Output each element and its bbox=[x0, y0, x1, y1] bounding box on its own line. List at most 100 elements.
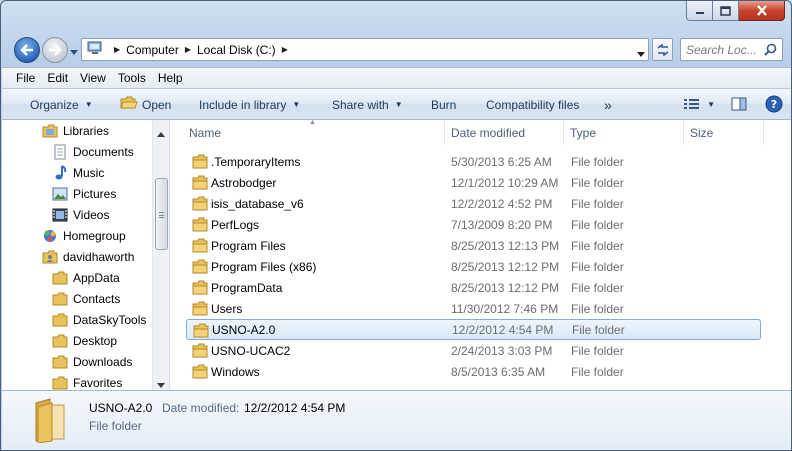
view-controls: ▼ ? bbox=[683, 95, 783, 113]
close-button[interactable] bbox=[739, 1, 785, 21]
file-row[interactable]: USNO-UCAC2 2/24/2013 3:03 PM File folder bbox=[186, 340, 761, 361]
folder-icon bbox=[192, 154, 208, 172]
libraries-icon bbox=[42, 123, 58, 139]
nav-item-davidhaworth[interactable]: davidhaworth bbox=[42, 246, 134, 267]
nav-item-label: Favorites bbox=[73, 375, 123, 390]
change-view-button[interactable]: ▼ bbox=[683, 97, 715, 111]
svg-text:?: ? bbox=[771, 98, 777, 111]
refresh-button[interactable] bbox=[652, 38, 673, 61]
breadcrumb-separator[interactable]: ▶ bbox=[185, 45, 191, 54]
file-list: ▲ Name Date modified Type Size .Temporar… bbox=[172, 119, 791, 390]
folder-icon bbox=[52, 375, 68, 391]
file-date: 7/13/2009 8:20 PM bbox=[451, 217, 553, 232]
user-folder-icon bbox=[42, 249, 58, 265]
column-header-date-modified[interactable]: Date modified bbox=[445, 120, 564, 145]
search-input[interactable] bbox=[686, 42, 766, 57]
file-type: File folder bbox=[571, 280, 624, 295]
videos-icon bbox=[52, 207, 68, 223]
file-type: File folder bbox=[571, 259, 624, 274]
nav-item-libraries[interactable]: Libraries bbox=[42, 120, 109, 141]
address-history-dropdown[interactable] bbox=[637, 47, 645, 61]
file-row[interactable]: PerfLogs 7/13/2009 8:20 PM File folder bbox=[186, 214, 761, 235]
file-row[interactable]: Windows 8/5/2013 6:35 AM File folder bbox=[186, 361, 761, 382]
folder-icon bbox=[192, 175, 208, 193]
nav-item-desktop[interactable]: Desktop bbox=[52, 330, 117, 351]
nav-item-label: Libraries bbox=[63, 123, 110, 138]
file-row[interactable]: Astrobodger 12/1/2012 10:29 AM File fold… bbox=[186, 172, 761, 193]
scroll-up-icon[interactable] bbox=[157, 126, 165, 140]
breadcrumb-computer[interactable]: Computer bbox=[126, 43, 179, 57]
chevron-down-icon: ▼ bbox=[707, 99, 715, 109]
search-icon[interactable] bbox=[764, 43, 777, 59]
breadcrumb-separator[interactable]: ▶ bbox=[114, 45, 120, 54]
scroll-down-icon[interactable] bbox=[157, 377, 165, 391]
open-button[interactable]: Open bbox=[120, 89, 171, 120]
share-with-label: Share with bbox=[332, 97, 389, 112]
minimize-button[interactable] bbox=[686, 1, 713, 21]
folder-icon bbox=[52, 333, 68, 349]
include-in-library-button[interactable]: Include in library ▼ bbox=[199, 89, 300, 120]
column-header-label: Size bbox=[690, 125, 714, 140]
column-header-label: Type bbox=[570, 125, 597, 140]
pictures-icon bbox=[52, 186, 68, 202]
menu-tools[interactable]: Tools bbox=[112, 71, 152, 85]
compatibility-files-button[interactable]: Compatibility files bbox=[486, 89, 579, 120]
breadcrumb-separator[interactable]: ▶ bbox=[282, 45, 288, 54]
back-button[interactable] bbox=[14, 37, 40, 63]
burn-button[interactable]: Burn bbox=[431, 89, 456, 120]
file-row[interactable]: Program Files 8/25/2013 12:13 PM File fo… bbox=[186, 235, 761, 256]
nav-item-appdata[interactable]: AppData bbox=[52, 267, 120, 288]
nav-item-favorites[interactable]: Favorites bbox=[52, 372, 122, 390]
file-row[interactable]: .TemporaryItems 5/30/2013 6:25 AM File f… bbox=[186, 151, 761, 172]
menu-view[interactable]: View bbox=[74, 71, 112, 85]
include-in-library-label: Include in library bbox=[199, 97, 287, 112]
nav-item-videos[interactable]: Videos bbox=[52, 204, 109, 225]
menu-edit[interactable]: Edit bbox=[41, 71, 74, 85]
file-row[interactable]: ProgramData 8/25/2013 12:12 PM File fold… bbox=[186, 277, 761, 298]
file-date: 12/1/2012 10:29 AM bbox=[451, 175, 559, 190]
nav-item-dataskytools[interactable]: DataSkyTools bbox=[52, 309, 146, 330]
file-row-selected[interactable]: USNO-A2.0 12/2/2012 4:54 PM File folder bbox=[186, 319, 761, 340]
more-commands-button[interactable]: » bbox=[604, 89, 612, 120]
caption-buttons bbox=[686, 1, 785, 21]
breadcrumb-local-disk[interactable]: Local Disk (C:) bbox=[197, 43, 276, 57]
share-with-button[interactable]: Share with ▼ bbox=[332, 89, 403, 120]
column-headers: ▲ Name Date modified Type Size bbox=[172, 119, 791, 145]
organize-button[interactable]: Organize ▼ bbox=[30, 89, 93, 120]
nav-item-downloads[interactable]: Downloads bbox=[52, 351, 132, 372]
file-row[interactable]: Users 11/30/2012 7:46 PM File folder bbox=[186, 298, 761, 319]
chevron-down-icon: ▼ bbox=[394, 100, 403, 109]
nav-item-homegroup[interactable]: Homegroup bbox=[42, 225, 126, 246]
file-row[interactable]: isis_database_v6 12/2/2012 4:52 PM File … bbox=[186, 193, 761, 214]
menu-help[interactable]: Help bbox=[152, 71, 189, 85]
folder-icon bbox=[192, 196, 208, 214]
compatibility-files-label: Compatibility files bbox=[486, 97, 580, 112]
file-name: USNO-A2.0 bbox=[212, 322, 276, 337]
recent-pages-dropdown[interactable] bbox=[70, 45, 78, 59]
nav-item-contacts[interactable]: Contacts bbox=[52, 288, 120, 309]
preview-pane-button[interactable] bbox=[731, 97, 747, 111]
column-header-size[interactable]: Size bbox=[684, 120, 764, 145]
nav-item-label: Homegroup bbox=[63, 228, 126, 243]
menu-file[interactable]: File bbox=[10, 71, 41, 85]
nav-item-music[interactable]: Music bbox=[52, 162, 104, 183]
file-date: 8/25/2013 12:13 PM bbox=[451, 238, 560, 253]
file-name: Program Files (x86) bbox=[211, 259, 317, 274]
search-box[interactable] bbox=[680, 38, 783, 61]
file-row[interactable]: Program Files (x86) 8/25/2013 12:12 PM F… bbox=[186, 256, 761, 277]
forward-button[interactable] bbox=[42, 37, 68, 63]
nav-item-documents[interactable]: Documents bbox=[52, 141, 134, 162]
details-date-label: Date modified: bbox=[162, 401, 240, 415]
column-header-name[interactable]: Name bbox=[183, 120, 445, 145]
file-name: Program Files bbox=[211, 238, 286, 253]
nav-item-pictures[interactable]: Pictures bbox=[52, 183, 116, 204]
folder-icon bbox=[192, 238, 208, 256]
maximize-icon bbox=[720, 5, 731, 16]
scrollbar-thumb[interactable] bbox=[155, 178, 168, 250]
maximize-button[interactable] bbox=[713, 1, 739, 21]
column-header-type[interactable]: Type bbox=[564, 120, 684, 145]
file-date: 2/24/2013 3:03 PM bbox=[451, 343, 553, 358]
navigation-pane-scrollbar[interactable] bbox=[152, 120, 169, 390]
address-bar[interactable]: ▶ Computer ▶ Local Disk (C:) ▶ bbox=[81, 38, 649, 61]
help-button[interactable]: ? bbox=[765, 95, 783, 113]
